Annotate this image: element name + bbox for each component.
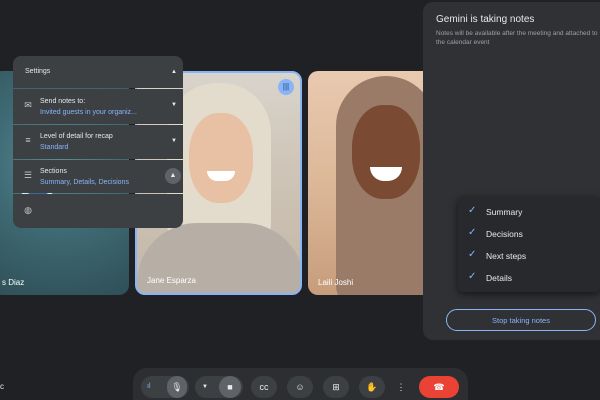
section-option-details[interactable]: ✓ Details [458, 267, 600, 289]
send-notes-row[interactable]: ✉ Send notes to: Invited guests in your … [13, 89, 183, 124]
participant-name: s Diaz [2, 278, 25, 287]
sections-dropdown: ✓ Summary ✓ Decisions ✓ Next steps ✓ Det… [458, 197, 600, 292]
camera-group[interactable]: ▼ ■ [195, 376, 243, 398]
check-icon: ✓ [468, 227, 477, 238]
panel-title: Gemini is taking notes [436, 14, 535, 25]
section-option-summary[interactable]: ✓ Summary [458, 201, 600, 223]
settings-label: Settings [25, 68, 51, 75]
present-icon[interactable]: ⊞ [323, 376, 349, 398]
dropdown-arrow-icon[interactable]: ▼ [171, 138, 177, 144]
audio-wave-icon: ıl [147, 383, 151, 390]
check-icon: ✓ [468, 271, 477, 282]
chevron-down-icon[interactable]: ▼ [202, 376, 208, 398]
participant-tile-laili[interactable]: Laili Joshi [308, 71, 438, 295]
detail-level-row[interactable]: ≡ Level of detail for recap Standard ▼ [13, 125, 183, 159]
option-label: Summary [486, 207, 523, 217]
settings-header[interactable]: Settings ▲ [13, 56, 183, 88]
mail-icon: ✉ [24, 100, 32, 110]
section-option-decisions[interactable]: ✓ Decisions [458, 223, 600, 245]
captions-icon[interactable]: cc [251, 376, 277, 398]
sections-row[interactable]: ☰ Sections Summary, Details, Decisions ▲ [13, 160, 183, 193]
call-toolbar: ıl 🎙 ▼ ■ cc ☺ ⊞ ✋ ⋮ ☎ [133, 368, 468, 400]
dropdown-arrow-icon[interactable]: ▼ [171, 102, 177, 108]
raise-hand-icon[interactable]: ✋ [359, 376, 385, 398]
send-notes-title: Send notes to: [40, 98, 86, 105]
option-label: Details [486, 273, 512, 283]
globe-icon: ◍ [24, 205, 32, 215]
check-icon: ✓ [468, 205, 477, 216]
more-vert-icon[interactable]: ⋮ [393, 376, 409, 398]
emoji-icon[interactable]: ☺ [287, 376, 313, 398]
participant-name: Laili Joshi [318, 278, 354, 287]
mic-group[interactable]: ıl 🎙 [141, 376, 189, 398]
camera-icon[interactable]: ■ [219, 376, 241, 398]
detail-value: Standard [40, 144, 69, 151]
sections-title: Sections [40, 168, 67, 175]
detail-title: Level of detail for recap [40, 133, 113, 140]
audio-wave-icon: ||| [278, 79, 294, 95]
mic-icon[interactable]: 🎙 [167, 376, 187, 398]
participant-name: Jane Esparza [147, 276, 196, 285]
end-call-icon[interactable]: ☎ [419, 376, 459, 398]
stop-taking-notes-button[interactable]: Stop taking notes [446, 309, 596, 331]
language-row[interactable]: ◍ [13, 194, 183, 228]
send-notes-value: Invited guests in your organiz... [40, 109, 137, 116]
sections-icon: ☰ [23, 170, 33, 180]
chevron-up-icon[interactable]: ▲ [165, 168, 181, 184]
detail-lines-icon: ≡ [25, 135, 31, 145]
option-label: Next steps [486, 251, 527, 261]
option-label: Decisions [486, 229, 523, 239]
panel-subtitle: Notes will be available after the meetin… [436, 30, 598, 46]
sections-value: Summary, Details, Decisions [40, 179, 129, 186]
chevron-up-icon[interactable]: ▲ [171, 69, 177, 75]
section-option-next-steps[interactable]: ✓ Next steps [458, 245, 600, 267]
meeting-code-fragment: c [0, 382, 4, 391]
check-icon: ✓ [468, 249, 477, 260]
